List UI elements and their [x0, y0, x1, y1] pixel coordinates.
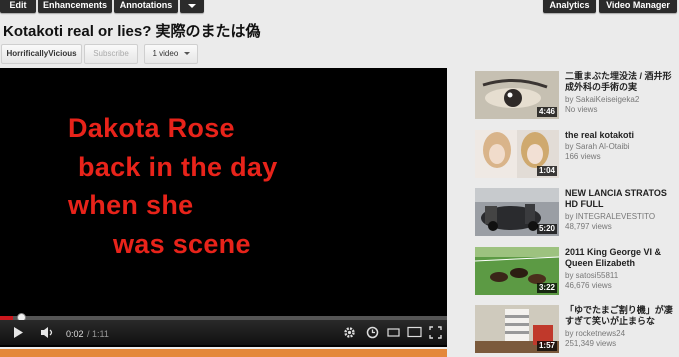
channel-name-button[interactable]: HorrificallyVicious: [1, 44, 82, 64]
enhancements-label: Enhancements: [42, 0, 108, 10]
video-thumbnail[interactable]: 1:57: [475, 305, 559, 353]
related-video-title[interactable]: 「ゆでたまご割り機」が凄すぎて笑いが止まらな: [565, 305, 679, 327]
analytics-button[interactable]: Analytics: [543, 0, 596, 13]
related-video-views: 48,797 views: [565, 222, 612, 231]
related-video-title[interactable]: 2011 King George VI & Queen Elizabeth: [565, 247, 679, 269]
fullscreen-icon[interactable]: [429, 326, 442, 339]
analytics-label: Analytics: [549, 0, 590, 10]
chevron-down-icon: [183, 52, 190, 56]
related-video-channel[interactable]: by Sarah Al-Otaibi: [565, 142, 629, 152]
large-player-icon[interactable]: [407, 326, 422, 338]
video-thumbnail[interactable]: 5:20: [475, 188, 559, 236]
small-player-icon[interactable]: [387, 327, 400, 338]
duration-badge: 4:46: [536, 107, 557, 117]
related-video-item[interactable]: 1:04 the real kotakoti by Sarah Al-Otaib…: [475, 130, 679, 178]
video-manager-label: Video Manager: [606, 0, 670, 10]
related-video-views: 251,349 views: [565, 339, 617, 348]
related-video-views: No views: [565, 105, 598, 114]
related-video-title[interactable]: 二重まぶた埋没法 / 酒井形成外科の手術の実: [565, 71, 679, 93]
edit-button[interactable]: Edit: [0, 0, 36, 13]
video-manager-button[interactable]: Video Manager: [599, 0, 677, 13]
annotations-button[interactable]: Annotations: [114, 0, 178, 13]
duration-badge: 1:04: [536, 166, 557, 176]
enhancements-button[interactable]: Enhancements: [38, 0, 112, 13]
total-duration: / 1:11: [87, 329, 109, 339]
related-video-views: 46,676 views: [565, 281, 612, 290]
video-title: Kotakoti real or lies? 実際のまたは偽: [3, 23, 261, 40]
subscribe-button[interactable]: Subscribe: [84, 44, 138, 64]
related-video-item[interactable]: 1:57 「ゆでたまご割り機」が凄すぎて笑いが止まらな by rocketnew…: [475, 305, 679, 353]
overlay-line: when she: [68, 190, 194, 220]
overlay-line: back in the day: [78, 152, 278, 182]
video-count-label: 1 video: [152, 49, 179, 58]
video-player[interactable]: Dakota Rose back in the day when she was…: [0, 68, 447, 347]
related-video-channel[interactable]: by rocketnews24: [565, 329, 625, 339]
video-thumbnail[interactable]: 1:04: [475, 130, 559, 178]
related-video-item[interactable]: 3:22 2011 King George VI & Queen Elizabe…: [475, 247, 679, 295]
play-icon[interactable]: [12, 326, 24, 339]
edit-label: Edit: [9, 0, 27, 10]
clock-icon[interactable]: [366, 326, 379, 339]
duration-badge: 5:20: [536, 224, 557, 234]
overlay-line: Dakota Rose: [68, 113, 235, 143]
duration-badge: 3:22: [536, 283, 557, 293]
video-count-dropdown[interactable]: 1 video: [144, 44, 198, 64]
duration-badge: 1:57: [536, 341, 557, 351]
related-video-title[interactable]: NEW LANCIA STRATOS HD FULL: [565, 188, 679, 210]
related-video-views: 166 views: [565, 152, 601, 161]
related-video-channel[interactable]: by SakaiKeiseigeka2: [565, 95, 639, 105]
volume-icon[interactable]: [40, 326, 56, 339]
related-video-title[interactable]: the real kotakoti: [565, 130, 679, 141]
related-video-channel[interactable]: by INTEGRALEVESTITO: [565, 212, 655, 222]
action-bar: [0, 349, 447, 357]
more-actions-button[interactable]: [180, 0, 204, 13]
overlay-line: was scene: [113, 229, 251, 259]
video-thumbnail[interactable]: 4:46: [475, 71, 559, 119]
annotations-label: Annotations: [119, 0, 173, 10]
current-time: 0:02: [66, 329, 84, 339]
related-video-item[interactable]: 4:46 二重まぶた埋没法 / 酒井形成外科の手術の実 by SakaiKeis…: [475, 71, 679, 119]
related-video-item[interactable]: 5:20 NEW LANCIA STRATOS HD FULL by INTEG…: [475, 188, 679, 236]
chevron-down-icon: [188, 3, 196, 8]
video-thumbnail[interactable]: 3:22: [475, 247, 559, 295]
gear-icon[interactable]: [343, 326, 356, 339]
related-video-channel[interactable]: by satosi55811: [565, 271, 618, 281]
